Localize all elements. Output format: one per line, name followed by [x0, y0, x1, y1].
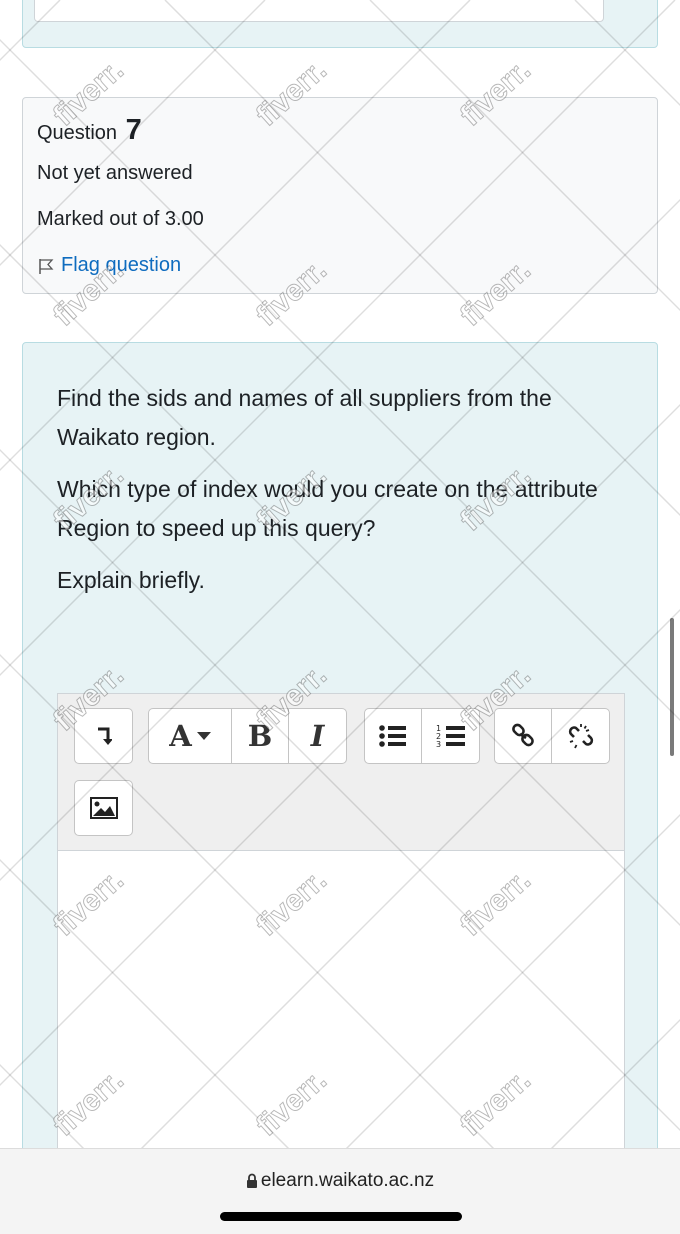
unordered-list-icon — [379, 725, 406, 747]
question-text: Find the sids and names of all suppliers… — [57, 379, 637, 613]
insert-image-icon — [89, 797, 118, 819]
svg-text:3: 3 — [436, 740, 441, 749]
unlink-button[interactable] — [552, 709, 609, 763]
question-heading: Question 7 — [37, 114, 142, 147]
previous-answer-editor[interactable] — [34, 0, 604, 22]
watermark-line — [671, 1223, 680, 1233]
flag-icon — [39, 258, 54, 274]
toolbar-group-links — [494, 708, 610, 764]
question-paragraph: Find the sids and names of all suppliers… — [57, 385, 552, 450]
question-grade: Marked out of 3.00 — [37, 208, 204, 230]
link-button[interactable] — [495, 709, 552, 763]
bold-icon: B — [247, 719, 273, 753]
toolbar-group-style: A B I — [148, 708, 347, 764]
question-paragraph: Which type of index would you create on … — [57, 476, 598, 541]
ordered-list-icon: 1 2 3 — [436, 724, 465, 749]
dropdown-caret-icon — [196, 732, 211, 740]
question-content: Find the sids and names of all suppliers… — [22, 342, 658, 1171]
paragraph-styles-icon: A — [169, 719, 192, 753]
editor-toolbar: A B I 1 2 3 — [57, 693, 625, 851]
link-icon — [512, 723, 534, 747]
flag-question-label: Flag question — [61, 254, 182, 276]
address-bar[interactable]: elearn.waikato.ac.nz — [0, 1170, 680, 1192]
toolbar-group-more — [74, 708, 133, 764]
home-indicator[interactable] — [220, 1212, 462, 1221]
page-scrollbar[interactable] — [670, 618, 674, 756]
browser-bottom-bar: elearn.waikato.ac.nz — [0, 1148, 680, 1234]
answer-editor[interactable] — [57, 851, 625, 1171]
url-text: elearn.waikato.ac.nz — [260, 1170, 435, 1191]
italic-button[interactable]: I — [289, 709, 346, 763]
italic-icon: I — [310, 719, 325, 753]
insert-image-button[interactable] — [75, 781, 132, 835]
toolbar-group-lists: 1 2 3 — [364, 708, 480, 764]
toolbar-group-media — [74, 780, 133, 836]
ordered-list-button[interactable]: 1 2 3 — [422, 709, 479, 763]
unlink-icon — [568, 724, 593, 749]
question-state: Not yet answered — [37, 162, 193, 184]
flag-question-link[interactable]: Flag question — [37, 254, 181, 277]
show-more-button[interactable] — [75, 709, 132, 763]
paragraph-styles-button[interactable]: A — [149, 709, 232, 763]
bold-button[interactable]: B — [232, 709, 289, 763]
question-info: Question 7 Not yet answered Marked out o… — [22, 97, 658, 294]
question-label: Question — [37, 122, 118, 144]
unordered-list-button[interactable] — [365, 709, 422, 763]
show-more-icon — [97, 727, 112, 745]
question-number: 7 — [125, 114, 142, 146]
lock-icon — [246, 1173, 257, 1188]
question-paragraph: Explain briefly. — [57, 567, 205, 593]
